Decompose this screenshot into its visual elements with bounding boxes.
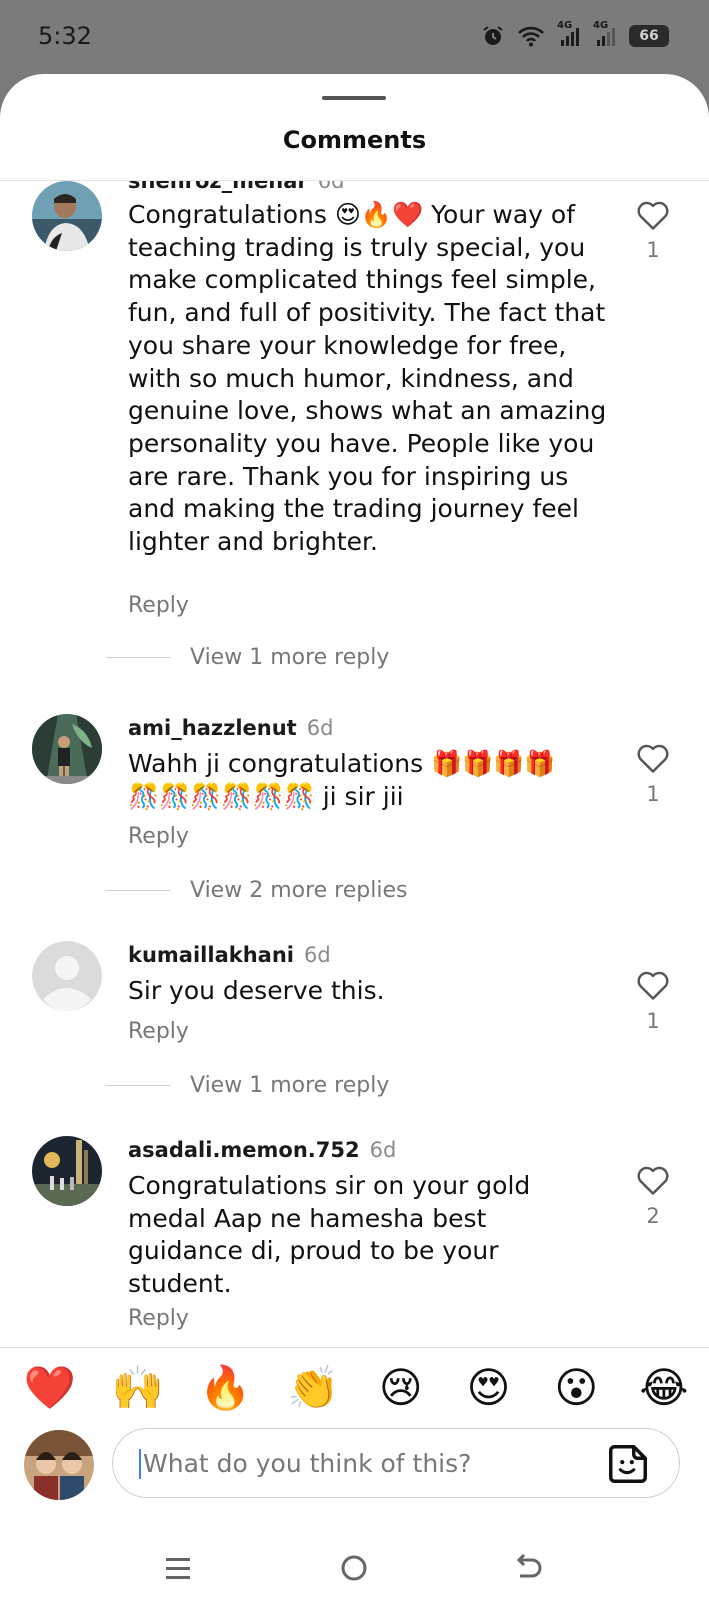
comment-username[interactable]: asadali.memon.752: [128, 1138, 360, 1162]
reply-button[interactable]: Reply: [128, 824, 189, 849]
reply-button[interactable]: Reply: [128, 1019, 189, 1044]
comment-list[interactable]: shehroz_mehar 6d Congratulations 😍🔥❤️ You…: [0, 181, 709, 1421]
battery-icon: 66: [629, 25, 669, 47]
comment-meta: ami_hazzlenut 6d: [128, 716, 333, 740]
current-user-avatar: [24, 1430, 94, 1500]
wifi-icon: [518, 26, 544, 47]
reaction-bar: ❤️ 🙌 🔥 👏 😢 😍 😮 😂: [22, 1360, 692, 1416]
comment-age: 6d: [306, 716, 334, 740]
avatar[interactable]: [32, 1136, 102, 1206]
reaction-raised-hands[interactable]: 🙌: [110, 1367, 166, 1409]
avatar[interactable]: [32, 181, 102, 251]
alarm-icon: [483, 26, 503, 45]
signal-icon: 4G: [593, 20, 617, 48]
reply-button[interactable]: Reply: [128, 1306, 189, 1331]
heart-icon[interactable]: [636, 199, 670, 231]
heart-icon[interactable]: [636, 742, 670, 774]
status-bar: 5:32 4G 4G 66: [0, 0, 709, 76]
comment-text: Wahh ji congratulations 🎁🎁🎁🎁 🎊🎊🎊🎊🎊🎊 ji s…: [128, 749, 556, 811]
reaction-fire[interactable]: 🔥: [197, 1367, 253, 1409]
avatar[interactable]: [32, 714, 102, 784]
comment-input[interactable]: [143, 1429, 593, 1497]
view-more-label: View 2 more replies: [190, 878, 408, 903]
comment-text: Congratulations sir on your gold medal A…: [128, 1171, 531, 1299]
recents-icon[interactable]: [158, 1550, 198, 1586]
comment-age: 6d: [369, 1138, 397, 1162]
composer-divider: [0, 1347, 709, 1348]
like-count: 1: [646, 1009, 660, 1033]
sheet-grabber[interactable]: [322, 96, 386, 100]
view-more-replies[interactable]: View 2 more replies: [106, 878, 407, 903]
view-more-replies[interactable]: View 1 more reply: [106, 645, 389, 670]
thread-line: [106, 1085, 170, 1086]
thread-line: [106, 890, 170, 891]
comment-username[interactable]: shehroz_mehar: [128, 181, 308, 193]
like-count: 1: [646, 238, 660, 262]
like-count: 2: [646, 1204, 660, 1228]
view-more-replies[interactable]: View 1 more reply: [106, 1073, 389, 1098]
comment-text: Sir you deserve this.: [128, 976, 385, 1005]
status-icons: 4G 4G 66: [481, 20, 669, 48]
reaction-crying[interactable]: 😢: [373, 1367, 429, 1409]
view-more-label: View 1 more reply: [190, 645, 390, 670]
reaction-heart[interactable]: ❤️: [22, 1367, 78, 1409]
reaction-surprised[interactable]: 😮: [548, 1367, 604, 1409]
text-caret: [139, 1449, 141, 1479]
reply-button[interactable]: Reply: [128, 593, 189, 618]
system-nav-bar: [0, 1520, 709, 1600]
comment-meta: asadali.memon.752 6d: [128, 1138, 396, 1162]
heart-icon[interactable]: [636, 1164, 670, 1196]
comment-age: 6d: [317, 181, 345, 193]
avatar[interactable]: [32, 941, 102, 1011]
comment-text: Congratulations 😍🔥❤️ Your way of teachin…: [128, 200, 607, 557]
reaction-clap[interactable]: 👏: [285, 1367, 341, 1409]
reaction-heart-eyes[interactable]: 😍: [461, 1367, 517, 1409]
signal-icon: 4G: [557, 20, 581, 48]
comment-age: 6d: [303, 943, 331, 967]
comment-username[interactable]: kumaillakhani: [128, 943, 294, 967]
back-icon[interactable]: [508, 1550, 548, 1586]
like-count: 1: [646, 782, 660, 806]
view-more-label: View 1 more reply: [190, 1073, 390, 1098]
comment-meta: kumaillakhani 6d: [128, 943, 331, 967]
reaction-laughing[interactable]: 😂: [636, 1367, 692, 1409]
sticker-icon[interactable]: [605, 1441, 651, 1487]
thread-line: [106, 657, 170, 658]
comment-composer: [112, 1428, 680, 1498]
home-icon[interactable]: [334, 1550, 374, 1586]
sheet-title: Comments: [282, 126, 427, 154]
status-time: 5:32: [38, 22, 92, 50]
comment-meta: shehroz_mehar 6d: [128, 181, 344, 193]
comment-username[interactable]: ami_hazzlenut: [128, 716, 297, 740]
heart-icon[interactable]: [636, 969, 670, 1001]
